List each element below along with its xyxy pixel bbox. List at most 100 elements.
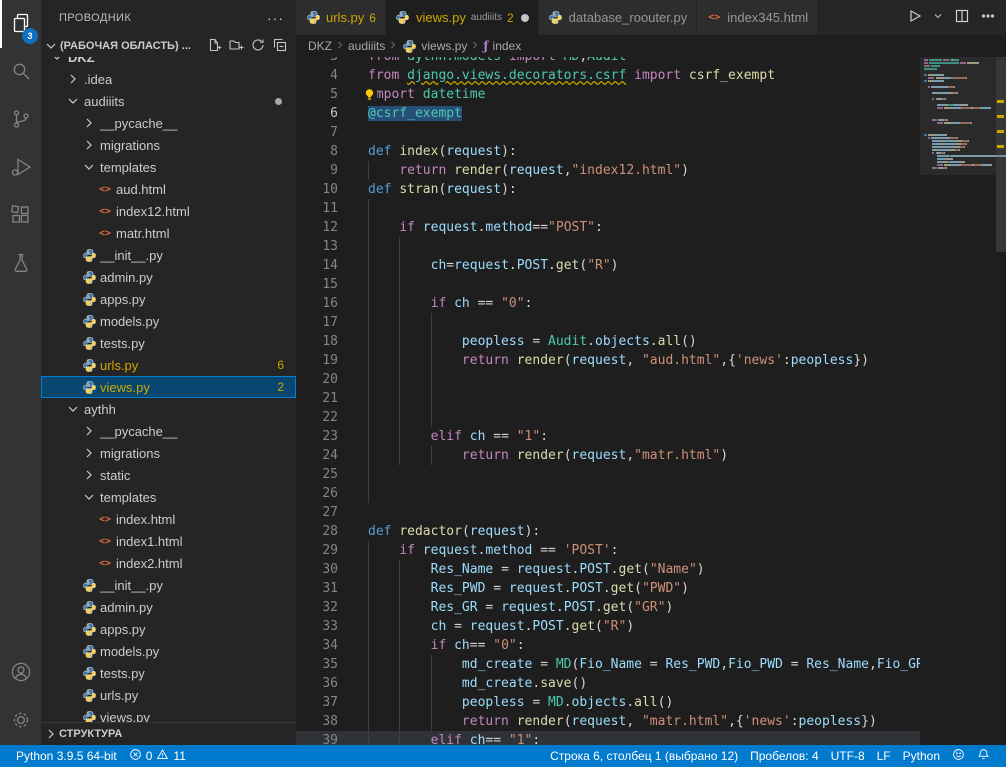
dirty-indicator-icon[interactable] (521, 14, 529, 22)
explorer-activity-button[interactable]: 3 (0, 0, 41, 48)
code-line-18[interactable]: 18 peopless = Audit.objects.all() (296, 332, 920, 351)
tree-item-migrations[interactable]: migrations (41, 134, 296, 156)
code-line-20[interactable]: 20 (296, 370, 920, 389)
tree-item-static[interactable]: static (41, 464, 296, 486)
collapse-all-icon[interactable] (272, 37, 288, 56)
code-line-6[interactable]: 6@csrf_exempt (296, 104, 920, 123)
code-line-11[interactable]: 11 (296, 199, 920, 218)
cursor-position-status[interactable]: Строка 6, столбец 1 (выбрано 12) (544, 749, 744, 763)
code-line-21[interactable]: 21 (296, 389, 920, 408)
code-line-22[interactable]: 22 (296, 408, 920, 427)
code-line-19[interactable]: 19 return render(request, "aud.html",{'n… (296, 351, 920, 370)
tree-item-models.py[interactable]: models.py (41, 310, 296, 332)
tree-item-index.html[interactable]: <>index.html (41, 508, 296, 530)
tab-views.py[interactable]: views.pyaudiiits2 (386, 0, 539, 35)
tree-item-aud.html[interactable]: <>aud.html (41, 178, 296, 200)
tree-item-templates[interactable]: templates (41, 156, 296, 178)
tree-item-migrations[interactable]: migrations (41, 442, 296, 464)
code-line-35[interactable]: 35 md_create = MD(Fio_Name = Res_PWD,Fio… (296, 655, 920, 674)
encoding-status[interactable]: UTF-8 (825, 749, 871, 763)
breadcrumb-item-views.py[interactable]: views.py (401, 38, 467, 54)
code-line-4[interactable]: 4from django.views.decorators.csrf impor… (296, 66, 920, 85)
tab-index345.html[interactable]: <>index345.html (697, 0, 818, 35)
source-control-activity-button[interactable] (0, 96, 41, 144)
new-file-icon[interactable] (206, 37, 222, 56)
python-interpreter-status[interactable]: Python 3.9.5 64-bit (10, 749, 123, 763)
code-line-29[interactable]: 29 if request.method == 'POST': (296, 541, 920, 560)
code-line-26[interactable]: 26 (296, 484, 920, 503)
tree-item-index2.html[interactable]: <>index2.html (41, 552, 296, 574)
settings-button[interactable] (0, 697, 41, 745)
tree-item-index1.html[interactable]: <>index1.html (41, 530, 296, 552)
code-line-33[interactable]: 33 ch = request.POST.get("R") (296, 617, 920, 636)
code-line-24[interactable]: 24 return render(request,"matr.html") (296, 446, 920, 465)
code-line-3[interactable]: 3from aythh.models import MD,Audit (296, 57, 920, 66)
refresh-icon[interactable] (250, 37, 266, 56)
code-line-5[interactable]: 5import datetime (296, 85, 920, 104)
code-line-7[interactable]: 7 (296, 123, 920, 142)
run-debug-activity-button[interactable] (0, 144, 41, 192)
code-line-36[interactable]: 36 md_create.save() (296, 674, 920, 693)
code-line-31[interactable]: 31 Res_PWD = request.POST.get("PWD") (296, 579, 920, 598)
workspace-section-header[interactable]: (РАБОЧАЯ ОБЛАСТЬ) ... (41, 35, 296, 57)
code-line-16[interactable]: 16 if ch == "0": (296, 294, 920, 313)
tree-item-__init__.py[interactable]: __init__.py (41, 574, 296, 596)
code-line-34[interactable]: 34 if ch== "0": (296, 636, 920, 655)
code-line-23[interactable]: 23 elif ch == "1": (296, 427, 920, 446)
code-line-37[interactable]: 37 peopless = MD.objects.all() (296, 693, 920, 712)
code-line-39[interactable]: 39 elif ch== "1": (296, 731, 920, 745)
code-line-27[interactable]: 27 (296, 503, 920, 522)
overview-ruler[interactable] (996, 57, 1006, 745)
code-line-14[interactable]: 14 ch=request.POST.get("R") (296, 256, 920, 275)
testing-activity-button[interactable] (0, 240, 41, 288)
feedback-status[interactable] (946, 748, 971, 764)
code-line-8[interactable]: 8def index(request): (296, 142, 920, 161)
tab-database_roouter.py[interactable]: database_roouter.py (539, 0, 698, 35)
tree-item-index12.html[interactable]: <>index12.html (41, 200, 296, 222)
tree-item-__pycache__[interactable]: __pycache__ (41, 420, 296, 442)
tree-item-__init__.py[interactable]: __init__.py (41, 244, 296, 266)
more-actions-icon[interactable] (980, 8, 996, 27)
tree-item-apps.py[interactable]: apps.py (41, 618, 296, 640)
tree-item-.idea[interactable]: .idea (41, 68, 296, 90)
code-line-17[interactable]: 17 (296, 313, 920, 332)
outline-section-header[interactable]: СТРУКТУРА (41, 722, 296, 745)
notifications-status[interactable] (971, 748, 996, 764)
scrollbar-thumb[interactable] (996, 57, 1006, 252)
tree-item-matr.html[interactable]: <>matr.html (41, 222, 296, 244)
code-line-30[interactable]: 30 Res_Name = request.POST.get("Name") (296, 560, 920, 579)
tree-item-templates[interactable]: templates (41, 486, 296, 508)
breadcrumb-item-index[interactable]: ƒindex (483, 39, 521, 53)
search-activity-button[interactable] (0, 48, 41, 96)
tree-item-urls.py[interactable]: urls.py6 (41, 354, 296, 376)
breadcrumb-item-DKZ[interactable]: DKZ (308, 39, 332, 53)
tree-item-tests.py[interactable]: tests.py (41, 332, 296, 354)
tree-item-views.py[interactable]: views.py2 (41, 376, 296, 398)
tab-urls.py[interactable]: urls.py6 (296, 0, 386, 35)
sidebar-more-actions-icon[interactable]: ··· (267, 10, 284, 26)
extensions-activity-button[interactable] (0, 192, 41, 240)
breadcrumb-item-audiiits[interactable]: audiiits (348, 39, 385, 53)
language-mode-status[interactable]: Python (897, 749, 946, 763)
code-line-12[interactable]: 12 if request.method=="POST": (296, 218, 920, 237)
tree-item-apps.py[interactable]: apps.py (41, 288, 296, 310)
code-line-13[interactable]: 13 (296, 237, 920, 256)
tree-item-__pycache__[interactable]: __pycache__ (41, 112, 296, 134)
tree-item-admin.py[interactable]: admin.py (41, 266, 296, 288)
tree-item-audiiits[interactable]: audiiits (41, 90, 296, 112)
minimap[interactable] (920, 57, 996, 745)
code-line-32[interactable]: 32 Res_GR = request.POST.get("GR") (296, 598, 920, 617)
tree-item-DKZ[interactable]: DKZ (41, 57, 296, 68)
code-line-28[interactable]: 28def redactor(request): (296, 522, 920, 541)
tree-item-urls.py[interactable]: urls.py (41, 684, 296, 706)
account-button[interactable] (0, 649, 41, 697)
eol-status[interactable]: LF (871, 749, 897, 763)
lightbulb-icon[interactable] (362, 87, 377, 102)
split-editor-icon[interactable] (954, 8, 970, 27)
code-line-15[interactable]: 15 (296, 275, 920, 294)
code-line-38[interactable]: 38 return render(request, "matr.html",{'… (296, 712, 920, 731)
tree-item-admin.py[interactable]: admin.py (41, 596, 296, 618)
tree-item-aythh[interactable]: aythh (41, 398, 296, 420)
code-line-9[interactable]: 9 return render(request,"index12.html") (296, 161, 920, 180)
run-dropdown-chevron-icon[interactable] (932, 10, 944, 25)
